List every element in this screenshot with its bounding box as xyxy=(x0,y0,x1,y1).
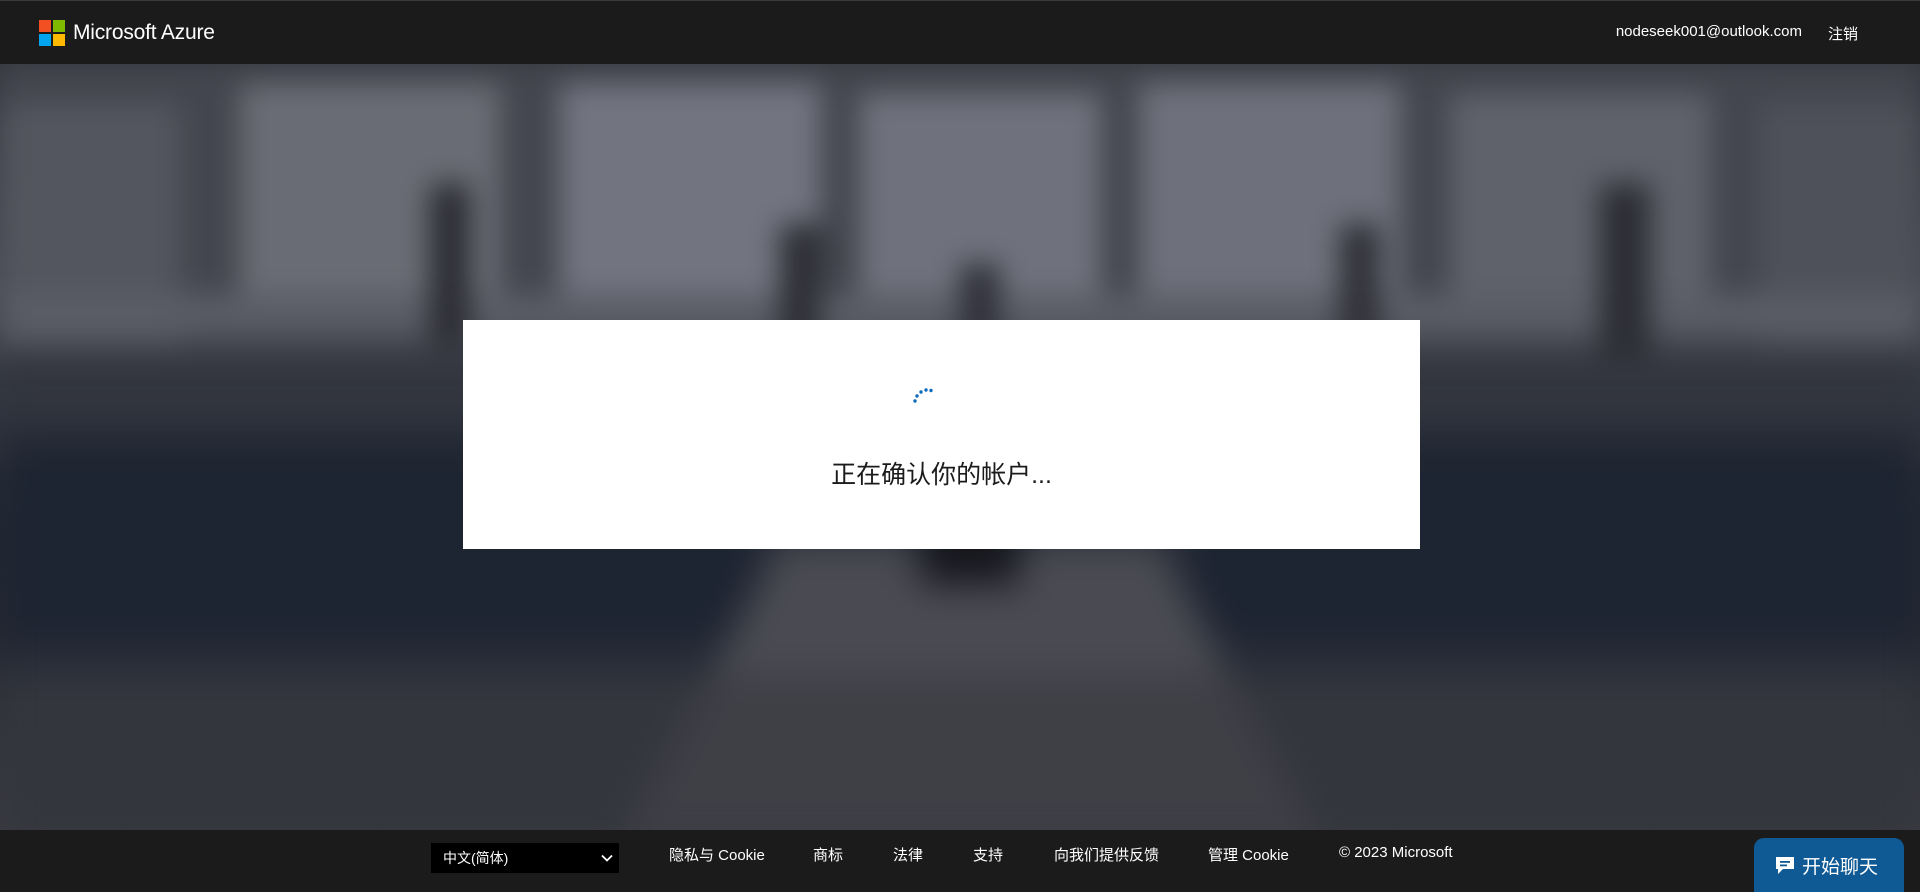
status-message: 正在确认你的帐户... xyxy=(831,461,1052,489)
brand-name: Microsoft Azure xyxy=(73,20,215,44)
account-email: nodeseek001@outlook.com xyxy=(1615,23,1802,40)
page: Microsoft Azure nodeseek001@outlook.com … xyxy=(0,0,1920,892)
top-bar: Microsoft Azure nodeseek001@outlook.com … xyxy=(0,0,1920,64)
privacy-cookies-link[interactable]: 隐私与 Cookie xyxy=(669,844,765,865)
trademarks-link[interactable]: 商标 xyxy=(813,844,843,865)
loading-spinner-icon xyxy=(913,388,933,403)
language-selector[interactable]: 中文(简体) xyxy=(431,843,619,873)
copyright-text: © 2023 Microsoft xyxy=(1339,844,1453,861)
azure-home-link[interactable]: Microsoft Azure xyxy=(39,19,215,46)
account-verification-dialog: 正在确认你的帐户... xyxy=(463,320,1420,549)
manage-cookies-link[interactable]: 管理 Cookie xyxy=(1208,844,1289,865)
feedback-link[interactable]: 向我们提供反馈 xyxy=(1054,844,1159,865)
start-chat-label: 开始聊天 xyxy=(1802,856,1879,878)
legal-link[interactable]: 法律 xyxy=(893,844,923,865)
language-selected-value: 中文(简体) xyxy=(443,850,509,866)
microsoft-logo-icon xyxy=(39,19,65,46)
signout-link[interactable]: 注销 xyxy=(1828,23,1858,44)
support-link[interactable]: 支持 xyxy=(973,844,1003,865)
start-chat-button[interactable]: 开始聊天 xyxy=(1754,838,1904,892)
footer: 中文(简体) 隐私与 Cookie 商标 法律 支持 向我们提供反馈 管理 Co… xyxy=(0,830,1920,892)
chevron-down-icon xyxy=(595,843,619,873)
chat-bubble-icon xyxy=(1776,857,1794,874)
